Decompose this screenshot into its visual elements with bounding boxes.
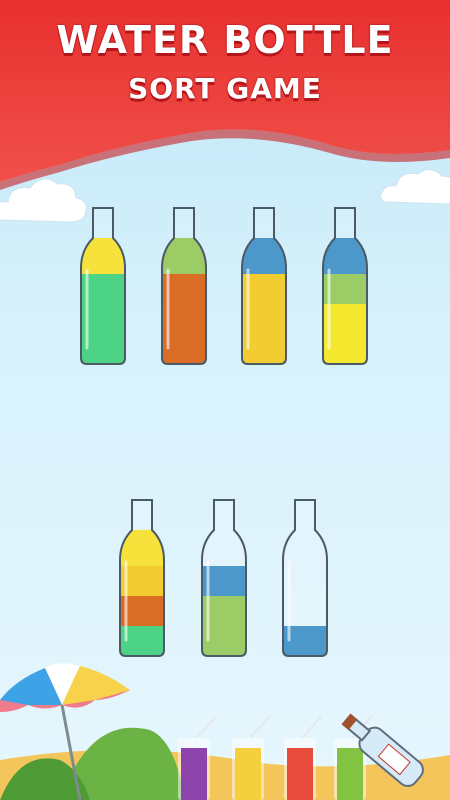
beach-decor [0, 663, 450, 800]
purple-drink-icon [178, 717, 216, 800]
game-scene: WATER BOTTLE SORT GAME [0, 0, 450, 800]
